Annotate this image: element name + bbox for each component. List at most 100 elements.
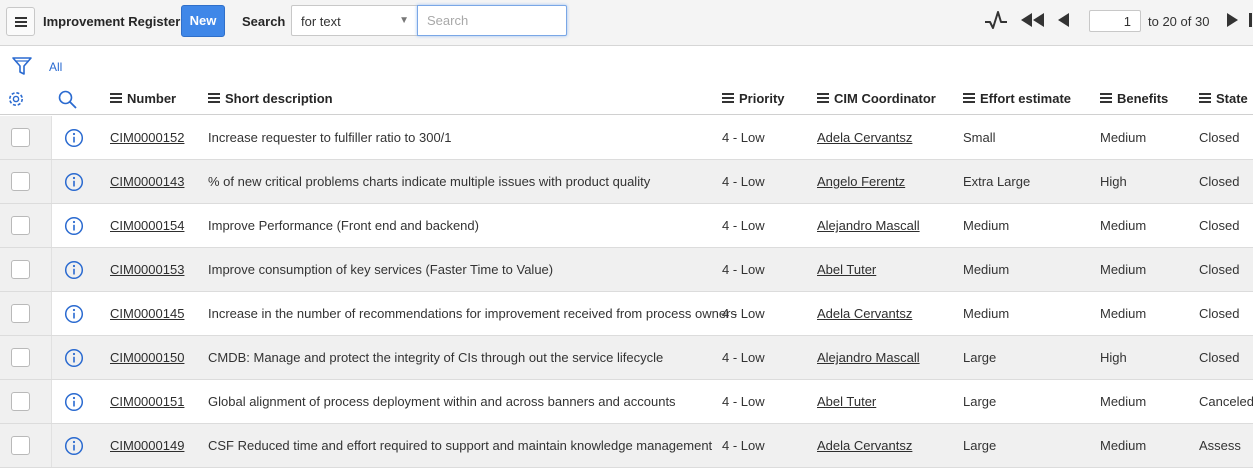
cell-short-description: Increase in the number of recommendation…	[208, 306, 737, 321]
first-page-icon[interactable]	[1020, 12, 1046, 28]
column-header-number[interactable]: Number	[110, 91, 176, 106]
row-checkbox[interactable]	[11, 304, 30, 323]
previous-page-icon[interactable]	[1057, 12, 1071, 28]
column-header-effort-estimate[interactable]: Effort estimate	[963, 91, 1071, 106]
info-icon[interactable]	[64, 392, 84, 412]
search-label: Search	[242, 14, 286, 29]
filter-icon[interactable]	[11, 55, 33, 77]
cell-benefits: High	[1100, 350, 1127, 365]
cell-short-description: Increase requester to fulfiller ratio to…	[208, 130, 452, 145]
search-input[interactable]	[417, 5, 567, 36]
cell-cim-coordinator[interactable]: Adela Cervantsz	[817, 438, 912, 453]
cell-number[interactable]: CIM0000150	[110, 350, 184, 365]
column-header-short-description[interactable]: Short description	[208, 91, 333, 106]
cell-state: Closed	[1199, 350, 1240, 365]
cell-number[interactable]: CIM0000153	[110, 262, 184, 277]
column-menu-icon[interactable]	[817, 93, 829, 103]
info-icon[interactable]	[64, 348, 84, 368]
column-header-label: Benefits	[1117, 91, 1169, 106]
activity-icon[interactable]	[984, 9, 1008, 31]
cell-priority: 4 - Low	[722, 438, 765, 453]
row-checkbox[interactable]	[11, 392, 30, 411]
table-row: CIM0000145 Increase in the number of reco…	[0, 292, 1253, 336]
search-field-select[interactable]: for text ▼	[291, 5, 418, 36]
cell-effort-estimate: Large	[963, 394, 997, 409]
column-menu-icon[interactable]	[110, 93, 122, 103]
cell-short-description: CMDB: Manage and protect the integrity o…	[208, 350, 664, 365]
page-number-input[interactable]	[1089, 10, 1141, 32]
list-menu-button[interactable]	[6, 7, 35, 36]
row-checkbox[interactable]	[11, 128, 30, 147]
column-menu-icon[interactable]	[208, 93, 220, 103]
cell-effort-estimate: Medium	[963, 262, 1010, 277]
cell-priority: 4 - Low	[722, 174, 765, 189]
table-row: CIM0000151 Global alignment of process de…	[0, 380, 1253, 424]
cell-cim-coordinator[interactable]: Alejandro Mascall	[817, 218, 920, 233]
cell-benefits: Medium	[1100, 306, 1147, 321]
row-checkbox[interactable]	[11, 172, 30, 191]
next-page-icon[interactable]	[1225, 12, 1239, 28]
chevron-down-icon: ▼	[399, 15, 409, 26]
cell-state: Closed	[1199, 174, 1240, 189]
cell-short-description: CSF Reduced time and effort required to …	[208, 438, 713, 453]
cell-number[interactable]: CIM0000154	[110, 218, 184, 233]
row-checkbox[interactable]	[11, 436, 30, 455]
column-header-benefits[interactable]: Benefits	[1100, 91, 1168, 106]
row-gutter	[0, 380, 52, 423]
row-gutter	[0, 336, 52, 379]
info-icon[interactable]	[64, 304, 84, 324]
column-header-cim-coordinator[interactable]: CIM Coordinator	[817, 91, 936, 106]
cell-cim-coordinator[interactable]: Abel Tuter	[817, 262, 876, 277]
cell-cim-coordinator[interactable]: Angelo Ferentz	[817, 174, 905, 189]
column-header-state[interactable]: State	[1199, 91, 1248, 106]
row-checkbox[interactable]	[11, 348, 30, 367]
table-row: CIM0000153 Improve consumption of key ser…	[0, 248, 1253, 292]
gear-icon[interactable]	[6, 89, 26, 109]
magnifier-icon[interactable]	[58, 90, 77, 109]
new-button[interactable]: New	[181, 5, 225, 37]
cell-short-description: Improve Performance (Front end and backe…	[208, 218, 479, 233]
info-icon[interactable]	[64, 436, 84, 456]
hamburger-icon	[15, 17, 27, 27]
cell-state: Closed	[1199, 130, 1240, 145]
row-checkbox[interactable]	[11, 216, 30, 235]
column-menu-icon[interactable]	[722, 93, 734, 103]
cell-number[interactable]: CIM0000152	[110, 130, 184, 145]
column-menu-icon[interactable]	[1100, 93, 1112, 103]
info-icon[interactable]	[64, 260, 84, 280]
info-icon[interactable]	[64, 172, 84, 192]
search-field-value: for text	[301, 14, 341, 29]
info-icon[interactable]	[64, 128, 84, 148]
cell-cim-coordinator[interactable]: Alejandro Mascall	[817, 350, 920, 365]
filter-breadcrumb-all[interactable]: All	[49, 60, 62, 74]
column-header-priority[interactable]: Priority	[722, 91, 785, 106]
column-header-label: State	[1216, 91, 1248, 106]
row-checkbox[interactable]	[11, 260, 30, 279]
row-gutter	[0, 248, 52, 291]
row-gutter	[0, 116, 52, 159]
column-header-label: Effort estimate	[980, 91, 1072, 106]
info-icon[interactable]	[64, 216, 84, 236]
cell-number[interactable]: CIM0000143	[110, 174, 184, 189]
cell-effort-estimate: Large	[963, 438, 997, 453]
cell-number[interactable]: CIM0000149	[110, 438, 184, 453]
column-menu-icon[interactable]	[1199, 93, 1211, 103]
cell-number[interactable]: CIM0000151	[110, 394, 184, 409]
cell-short-description: Improve consumption of key services (Fas…	[208, 262, 554, 277]
table-row: CIM0000154 Improve Performance (Front end…	[0, 204, 1253, 248]
cell-priority: 4 - Low	[722, 130, 765, 145]
cell-benefits: Medium	[1100, 218, 1147, 233]
row-gutter	[0, 292, 52, 335]
column-menu-icon[interactable]	[963, 93, 975, 103]
cell-priority: 4 - Low	[722, 218, 765, 233]
cell-state: Canceled	[1199, 394, 1253, 409]
last-page-icon[interactable]	[1247, 12, 1253, 28]
cell-priority: 4 - Low	[722, 306, 765, 321]
table-row: CIM0000152 Increase requester to fulfille…	[0, 116, 1253, 160]
cell-effort-estimate: Medium	[963, 306, 1010, 321]
cell-cim-coordinator[interactable]: Adela Cervantsz	[817, 306, 912, 321]
cell-cim-coordinator[interactable]: Abel Tuter	[817, 394, 876, 409]
cell-cim-coordinator[interactable]: Adela Cervantsz	[817, 130, 912, 145]
cell-priority: 4 - Low	[722, 394, 765, 409]
cell-number[interactable]: CIM0000145	[110, 306, 184, 321]
